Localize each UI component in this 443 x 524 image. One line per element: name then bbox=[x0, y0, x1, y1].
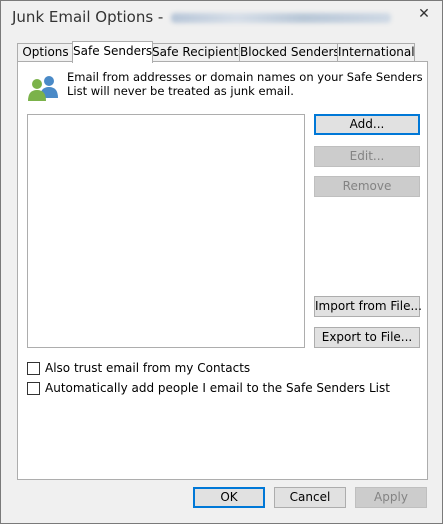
export-button-label: Export to File... bbox=[321, 330, 413, 344]
edit-button-label: Edit... bbox=[349, 149, 385, 163]
add-button-label: Add... bbox=[349, 117, 385, 131]
junk-email-options-dialog: Junk Email Options - ✕ Options Safe Send… bbox=[0, 0, 443, 524]
ok-button[interactable]: OK bbox=[193, 487, 265, 508]
tab-options[interactable]: Options bbox=[17, 43, 74, 62]
close-button[interactable]: ✕ bbox=[412, 4, 436, 24]
remove-button-label: Remove bbox=[342, 179, 392, 193]
auto-add-option[interactable]: Automatically add people I email to the … bbox=[27, 380, 390, 396]
trust-contacts-label: Also trust email from my Contacts bbox=[45, 361, 251, 375]
tab-international[interactable]: International bbox=[337, 43, 415, 62]
trust-contacts-checkbox[interactable] bbox=[27, 361, 40, 375]
cancel-button[interactable]: Cancel bbox=[274, 487, 346, 508]
cancel-button-label: Cancel bbox=[289, 490, 331, 504]
tab-options-label: Options bbox=[22, 45, 69, 59]
safe-senders-panel: Email from addresses or domain names on … bbox=[17, 61, 428, 480]
import-from-file-button[interactable]: Import from File... bbox=[314, 296, 422, 317]
close-icon: ✕ bbox=[418, 6, 430, 22]
tab-safe-recipients-label: Safe Recipients bbox=[152, 45, 245, 59]
safe-senders-list[interactable] bbox=[27, 114, 305, 348]
window-title-label: Junk Email Options - bbox=[12, 8, 164, 26]
tab-safe-senders-label: Safe Senders bbox=[73, 44, 153, 58]
edit-button[interactable]: Edit... bbox=[314, 146, 420, 167]
apply-button-label: Apply bbox=[374, 490, 408, 504]
safe-senders-description: Email from addresses or domain names on … bbox=[67, 70, 423, 98]
window-title: Junk Email Options - bbox=[12, 8, 392, 26]
tab-safe-recipients[interactable]: Safe Recipients bbox=[151, 43, 244, 62]
add-button[interactable]: Add... bbox=[314, 114, 420, 135]
contacts-icon bbox=[28, 76, 58, 101]
tab-safe-senders[interactable]: Safe Senders bbox=[72, 41, 153, 63]
auto-add-label: Automatically add people I email to the … bbox=[45, 381, 390, 395]
trust-contacts-option[interactable]: Also trust email from my Contacts bbox=[27, 360, 250, 376]
ok-button-label: OK bbox=[220, 490, 238, 504]
remove-button[interactable]: Remove bbox=[314, 176, 420, 197]
tab-blocked-senders[interactable]: Blocked Senders bbox=[239, 43, 340, 62]
title-bar: Junk Email Options - ✕ bbox=[1, 1, 442, 35]
import-button-label: Import from File... bbox=[315, 299, 422, 313]
auto-add-checkbox[interactable] bbox=[27, 381, 40, 395]
tab-blocked-senders-label: Blocked Senders bbox=[240, 45, 340, 59]
apply-button[interactable]: Apply bbox=[355, 487, 427, 508]
tab-international-label: International bbox=[338, 45, 415, 59]
export-to-file-button[interactable]: Export to File... bbox=[314, 327, 420, 348]
redacted-email bbox=[171, 12, 392, 23]
